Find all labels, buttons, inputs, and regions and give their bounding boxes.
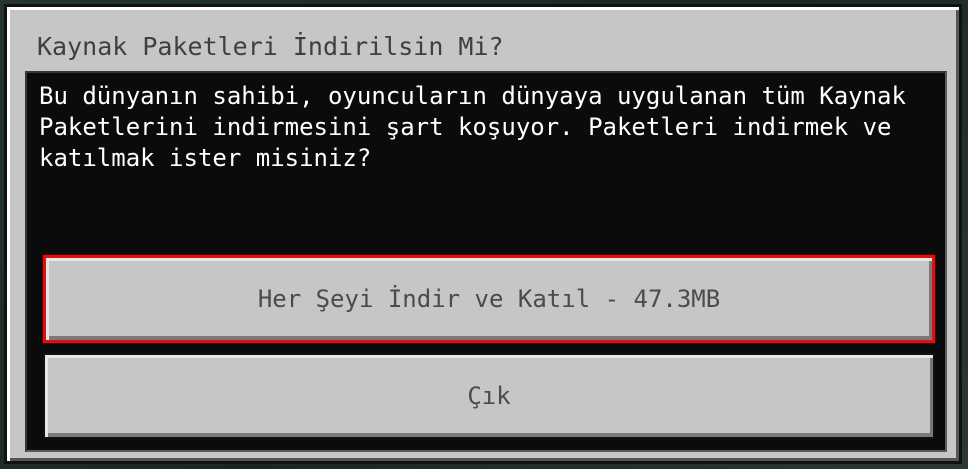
dialog-content-panel: Bu dünyanın sahibi, oyuncuların dünyaya … [25, 71, 947, 452]
game-background: Kaynak Paketleri İndirilsin Mi? Bu dünya… [0, 0, 968, 469]
dialog-title: Kaynak Paketleri İndirilsin Mi? [37, 32, 504, 61]
download-and-join-label: Her Şeyi İndir ve Katıl - 47.3MB [257, 285, 721, 313]
dialog-message: Bu dünyanın sahibi, oyuncuların dünyaya … [39, 82, 906, 172]
exit-button[interactable]: Çık [43, 353, 935, 439]
resource-pack-dialog: Kaynak Paketleri İndirilsin Mi? Bu dünya… [4, 4, 962, 464]
download-and-join-button[interactable]: Her Şeyi İndir ve Katıl - 47.3MB [43, 255, 935, 343]
exit-label: Çık [467, 382, 511, 410]
